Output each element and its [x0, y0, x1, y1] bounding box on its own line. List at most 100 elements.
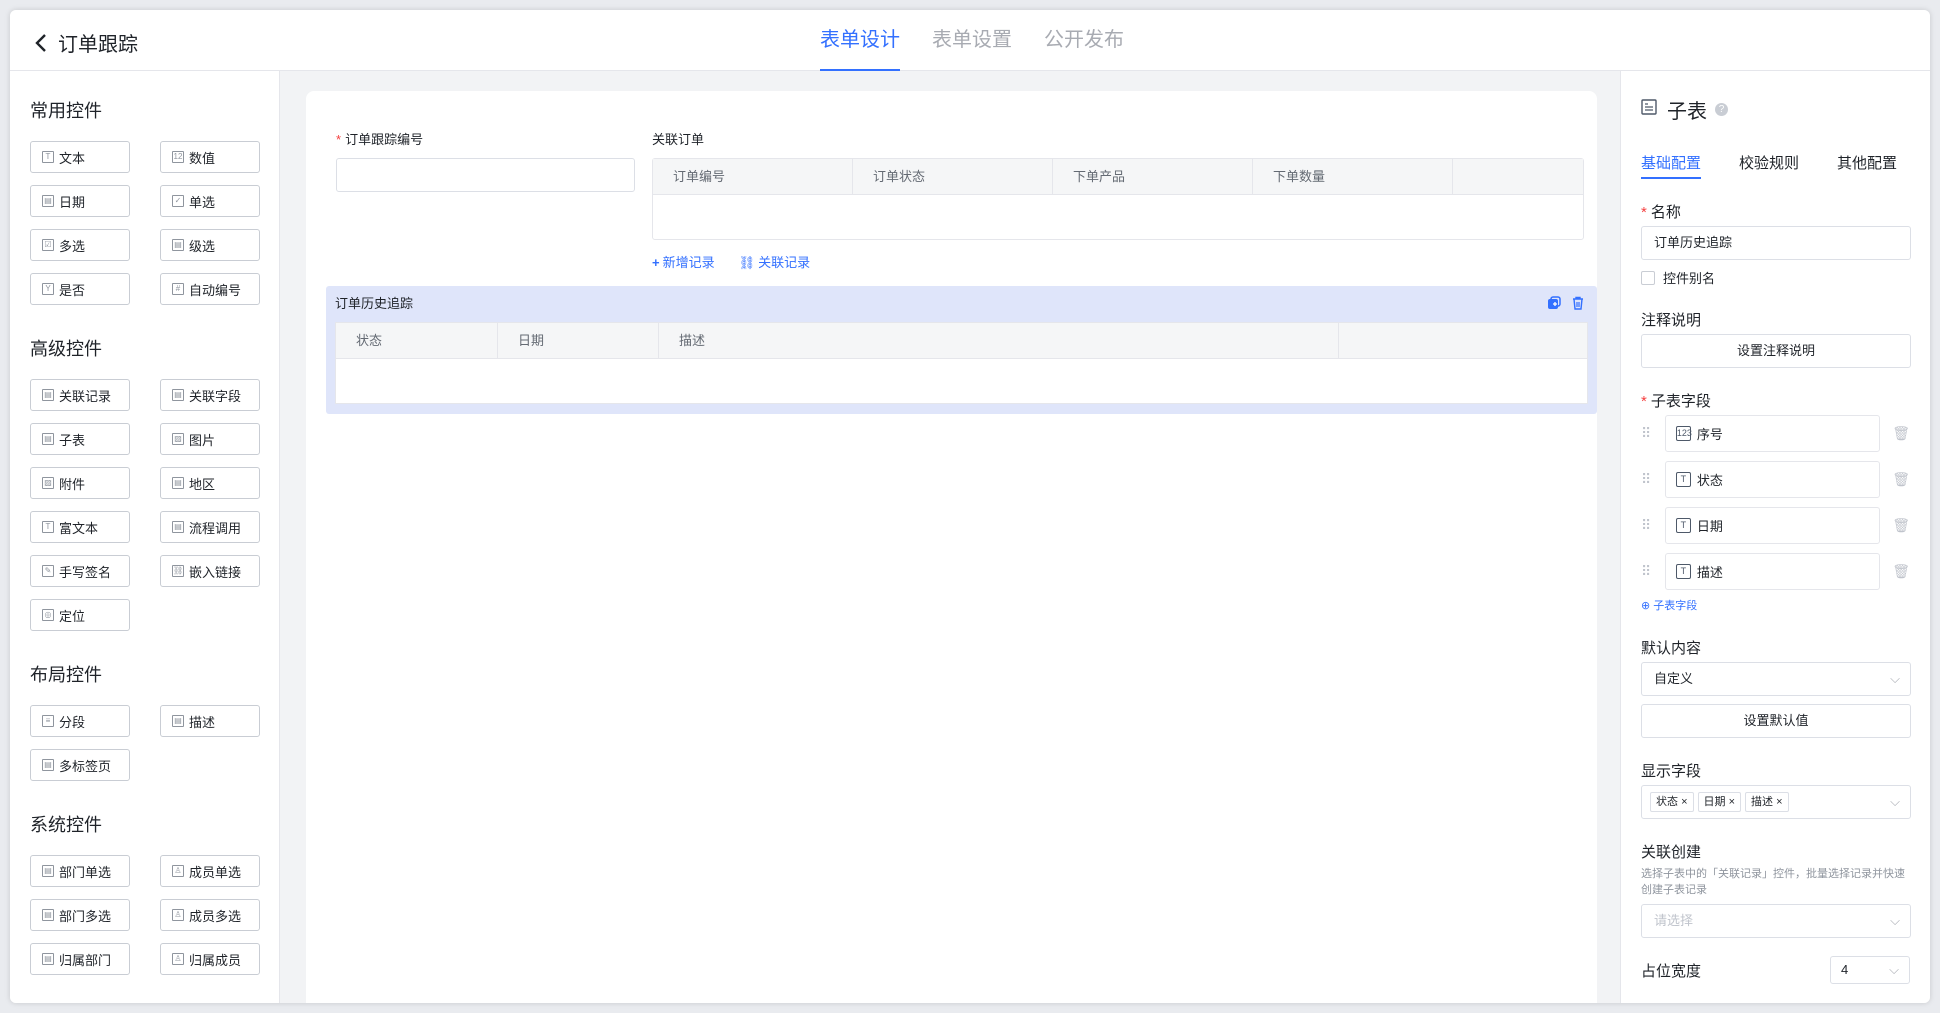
display-tag[interactable]: 描述 ×	[1745, 792, 1789, 812]
add-record-link[interactable]: + 新增记录	[652, 252, 727, 271]
control-label: 级选	[189, 238, 216, 254]
control-item[interactable]: ▨ 图片	[160, 423, 260, 455]
control-item[interactable]: ▤ 日期	[30, 185, 130, 217]
column-header: 下单数量	[1253, 159, 1453, 194]
control-label: 分段	[59, 714, 86, 730]
link-create-select[interactable]: 请选择 ⌵	[1641, 904, 1911, 938]
subfields-label: * 子表字段	[1641, 393, 1711, 410]
control-item[interactable]: ▤ 关联记录	[30, 379, 130, 411]
default-select[interactable]: 自定义 ⌵	[1641, 662, 1911, 696]
control-item[interactable]: ▤ 多标签页	[30, 749, 130, 781]
display-fields-select[interactable]: 状态 × 日期 × 描述 × ⌵	[1641, 785, 1911, 819]
control-item[interactable]: ▤ 归属部门	[30, 943, 130, 975]
plus-circle-icon: ⊕	[1641, 600, 1651, 612]
drag-handle-icon[interactable]: ⠿	[1641, 425, 1665, 442]
control-item[interactable]: ▤ 描述	[160, 705, 260, 737]
add-subfield-label: 子表字段	[1653, 600, 1698, 612]
tab-form-settings[interactable]: 表单设置	[932, 10, 1012, 71]
default-label: 默认内容	[1641, 640, 1702, 657]
control-item[interactable]: ▤ 子表	[30, 423, 130, 455]
control-label: 部门多选	[59, 908, 112, 924]
control-icon: 12	[172, 151, 184, 163]
control-item[interactable]: ▤ 级选	[160, 229, 260, 261]
control-item[interactable]: T 文本	[30, 141, 130, 173]
subtable-order-history[interactable]: 订单历史追踪 状态 日期 描述	[326, 286, 1597, 414]
width-select[interactable]: 4 ⌵	[1830, 956, 1910, 984]
delete-icon[interactable]	[1571, 296, 1587, 312]
control-item[interactable]: ▨ 附件	[30, 467, 130, 499]
control-icon: ▤	[172, 715, 184, 727]
subfield-item[interactable]: T 状态	[1664, 461, 1881, 498]
group-title-layout: 布局控件	[30, 665, 102, 685]
control-item[interactable]: ⛓ 嵌入链接	[160, 555, 260, 587]
set-default-button[interactable]: 设置默认值	[1641, 704, 1911, 738]
drag-handle-icon[interactable]: ⠿	[1641, 517, 1665, 534]
control-item[interactable]: ▤ 地区	[160, 467, 260, 499]
control-label: 文本	[59, 150, 86, 166]
control-item[interactable]: ◎ 定位	[30, 599, 130, 631]
system-controls-grid: ▤ 部门单选 ♙ 成员单选 ▤ 部门多选 ♙ 成员多选 ▤ 归属部门 ♙ 归属成员	[30, 855, 260, 975]
link-record-link[interactable]: ⛓ 关联记录	[739, 252, 823, 271]
control-item[interactable]: ♙ 成员单选	[160, 855, 260, 887]
display-tag[interactable]: 状态 ×	[1650, 792, 1694, 812]
field-label: 关联订单	[652, 132, 705, 147]
control-item[interactable]: ▤ 部门多选	[30, 899, 130, 931]
control-item[interactable]: ♙ 归属成员	[160, 943, 260, 975]
control-item[interactable]: ✎ 手写签名	[30, 555, 130, 587]
drag-handle-icon[interactable]: ⠿	[1641, 563, 1665, 580]
alias-checkbox-row[interactable]: 控件别名	[1641, 268, 1910, 287]
subfield-item[interactable]: 123 序号	[1664, 415, 1881, 452]
close-icon[interactable]: ×	[1776, 796, 1782, 808]
control-item[interactable]: ≡ 分段	[30, 705, 130, 737]
alias-checkbox[interactable]	[1641, 270, 1655, 285]
control-label: 单选	[189, 194, 216, 210]
trash-icon[interactable]: 🗑	[1880, 517, 1910, 534]
close-icon[interactable]: ×	[1729, 796, 1735, 808]
control-item[interactable]: ♙ 成员多选	[160, 899, 260, 931]
related-orders-table: 订单编号 订单状态 下单产品 下单数量	[652, 158, 1584, 240]
control-item[interactable]: ▤ 部门单选	[30, 855, 130, 887]
chevron-left-icon	[30, 31, 52, 55]
close-icon[interactable]: ×	[1681, 796, 1687, 808]
control-item[interactable]: # 自动编号	[160, 273, 260, 305]
tab-other-config[interactable]: 其他配置	[1837, 152, 1897, 179]
order-tracking-number-field[interactable]: * 订单跟踪编号	[336, 129, 635, 192]
add-subfield-button[interactable]: ⊕ 子表字段	[1641, 597, 1910, 613]
link-record-label: 关联记录	[758, 255, 811, 270]
control-item[interactable]: Y 是否	[30, 273, 130, 305]
help-icon[interactable]: ?	[1715, 103, 1728, 116]
control-item[interactable]: ✓ 单选	[160, 185, 260, 217]
tab-form-design[interactable]: 表单设计	[820, 10, 900, 71]
drag-handle-icon[interactable]: ⠿	[1641, 471, 1665, 488]
subfield-item[interactable]: T 日期	[1664, 507, 1881, 544]
back-button[interactable]: 订单跟踪	[30, 28, 138, 57]
control-label: 多标签页	[59, 758, 112, 774]
trash-icon[interactable]: 🗑	[1880, 425, 1910, 442]
control-item[interactable]: ☑ 多选	[30, 229, 130, 261]
tab-validation-rules[interactable]: 校验规则	[1739, 152, 1799, 179]
order-tracking-number-input[interactable]	[336, 158, 635, 192]
control-icon: ▤	[42, 389, 54, 401]
control-icon: ▤	[42, 195, 54, 207]
set-note-button[interactable]: 设置注释说明	[1641, 334, 1911, 368]
display-tag[interactable]: 日期 ×	[1697, 792, 1741, 812]
copy-icon[interactable]	[1547, 296, 1563, 312]
subfield-label: 状态	[1696, 473, 1723, 488]
trash-icon[interactable]: 🗑	[1880, 563, 1910, 580]
name-input[interactable]: 订单历史追踪	[1641, 226, 1911, 260]
subfield-item[interactable]: T 描述	[1664, 553, 1881, 590]
control-label: 流程调用	[189, 520, 242, 536]
width-label: 占位宽度	[1641, 962, 1702, 980]
related-orders-field[interactable]: 关联订单 订单编号 订单状态 下单产品 下单数量 + 新增记录 ⛓ 关联记录	[652, 129, 1584, 271]
panel-title-text: 子表	[1667, 101, 1707, 123]
control-item[interactable]: 12 数值	[160, 141, 260, 173]
control-item[interactable]: ▤ 关联字段	[160, 379, 260, 411]
tab-basic-config[interactable]: 基础配置	[1641, 152, 1702, 179]
control-item[interactable]: ▤ 流程调用	[160, 511, 260, 543]
trash-icon[interactable]: 🗑	[1880, 471, 1910, 488]
control-item[interactable]: T 富文本	[30, 511, 130, 543]
form-canvas: * 订单跟踪编号 关联订单 订单编号 订单状态 下单产品 下单数量 + 新增记录…	[306, 91, 1597, 1003]
tab-public-publish[interactable]: 公开发布	[1044, 10, 1124, 71]
field-label: 订单跟踪编号	[345, 132, 424, 147]
control-icon: ◎	[42, 609, 54, 621]
